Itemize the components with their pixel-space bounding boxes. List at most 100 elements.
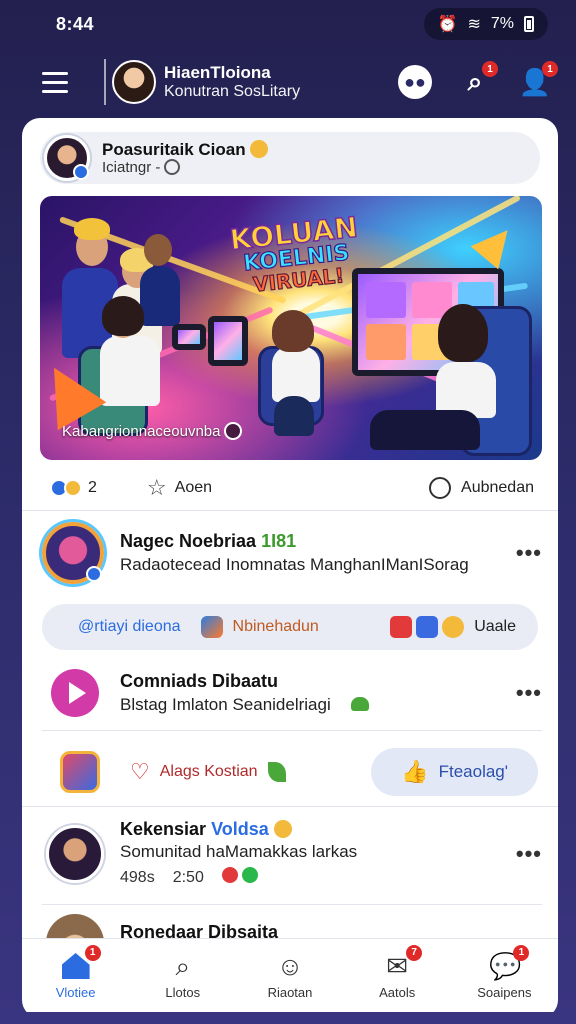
favorite-button[interactable]: ☆ Aoen	[147, 477, 212, 499]
search-icon: ⌕	[175, 951, 191, 981]
follow-button[interactable]: 👍 Fteaolag'	[371, 748, 538, 796]
nav-search[interactable]: ⌕ Llotos	[138, 951, 228, 1000]
composer-text: Poasuritaik Cioan Iciatngr -	[102, 139, 268, 177]
header-titles: HiaenTloiona Konutran SosLitary	[164, 63, 300, 101]
search-button[interactable]: ⌕ 1	[458, 61, 498, 99]
profile-button[interactable]: 👤 1	[518, 61, 558, 99]
play-icon[interactable]	[224, 422, 243, 440]
divider	[42, 904, 542, 905]
list-item[interactable]: Nagec Noebriaa 1I81 Radaotecead Inomnata…	[42, 522, 542, 584]
nav-label: Riaotan	[267, 985, 313, 1000]
quick-link-c[interactable]: Uaale	[390, 616, 516, 638]
share-button[interactable]: Aubnedan	[429, 477, 534, 499]
quick-links-row: @rtiayi dieona Nbinehadun Uaale	[42, 604, 538, 650]
battery-percent: 7%	[490, 15, 514, 32]
divider	[22, 806, 558, 807]
post-meta-b: 2:50	[172, 869, 204, 887]
action-row: ♡ Alags Kostian 👍 Fteaolag'	[42, 736, 538, 808]
profile-avatar[interactable]	[112, 60, 156, 104]
globe-icon	[164, 159, 181, 176]
status-bar: 8:44 ⏰ ≋ 7%	[0, 0, 576, 48]
post-title-accent: Voldsa	[211, 819, 269, 839]
nav-label: Llotos	[165, 985, 201, 1000]
smile-icon: ☺	[276, 951, 304, 981]
heart-icon: ♡	[130, 759, 150, 784]
profile-badge: 1	[542, 61, 558, 77]
battery-icon	[524, 16, 534, 32]
nav-label: Aatols	[379, 985, 416, 1000]
notification-badge: 1	[482, 61, 498, 77]
post-meta-a: 498s	[120, 869, 155, 887]
header-subtitle: Konutran SosLitary	[164, 82, 301, 100]
game-icon	[390, 616, 413, 638]
status-icons: ⏰ ≋ 7%	[423, 8, 548, 40]
post-title: Nagec Noebriaa	[120, 531, 257, 552]
post-subtitle: Somunitad haMamakkas larkas	[120, 842, 358, 862]
nav-label: Vlotiee	[55, 985, 96, 1000]
game-icon	[416, 616, 439, 638]
nav-profile[interactable]: 💬 1 Soaipens	[459, 945, 549, 1000]
hero-image[interactable]: KOLUAN KOELNIS VIRUAL! Kabangrionnaceouv…	[40, 196, 542, 460]
cube-icon	[200, 616, 223, 638]
post-avatar	[46, 825, 104, 884]
post-title-accent: 1I81	[261, 531, 297, 552]
header-actions: ●● ⌕ 1 👤 1	[398, 61, 558, 99]
composer-title: Poasuritaik Cioan	[102, 139, 246, 159]
more-options-icon[interactable]: •••	[516, 841, 542, 867]
share-icon	[429, 477, 452, 499]
nav-alerts[interactable]: ✉ 7 Aatols	[352, 945, 442, 1000]
share-label: Aubnedan	[461, 479, 534, 496]
post-title: Comniads Dibaatu	[120, 671, 279, 692]
search-icon: ⌕	[467, 66, 483, 96]
leaf-icon	[267, 762, 286, 782]
header-divider	[104, 59, 106, 105]
quick-link-a[interactable]: @rtiayi dieona	[78, 618, 181, 636]
verified-icon	[73, 164, 89, 180]
hero-caption: Kabangrionnaceouvnba	[62, 422, 243, 440]
play-avatar	[46, 664, 104, 722]
reaction-count: 2	[88, 479, 97, 496]
more-options-icon[interactable]: •••	[516, 540, 542, 566]
reaction-icons[interactable]	[50, 479, 82, 497]
favorite-label: Aoen	[174, 479, 213, 496]
list-item[interactable]: Comniads Dibaatu Blstag Imlaton Seanidel…	[42, 664, 542, 722]
thumbs-up-icon: 👍	[401, 759, 429, 784]
reaction-icon	[242, 867, 259, 884]
emoji-icon	[273, 820, 292, 838]
nav-badge: 1	[513, 945, 530, 961]
header-name: HiaenTloiona	[164, 63, 271, 83]
status-time: 8:44	[56, 13, 95, 34]
composer-subtitle: Iciatngr -	[102, 159, 161, 177]
menu-button[interactable]	[42, 64, 78, 100]
more-options-icon[interactable]: •••	[516, 680, 542, 706]
like-button[interactable]: ♡ Alags Kostian	[130, 761, 286, 783]
plant-icon	[351, 696, 370, 711]
quick-link-b-label: Nbinehadun	[232, 618, 319, 635]
nav-badge: 1	[84, 945, 101, 961]
verified-icon	[86, 566, 102, 582]
emoji-icon	[249, 139, 268, 158]
gift-icon[interactable]	[60, 751, 100, 793]
alarm-icon: ⏰	[437, 16, 458, 33]
divider	[22, 510, 558, 511]
quick-link-b[interactable]: Nbinehadun	[200, 616, 319, 638]
divider	[42, 730, 542, 731]
wifi-icon: ≋	[467, 16, 481, 33]
chat-icon: ●●	[404, 71, 426, 92]
hero-caption-text: Kabangrionnaceouvnba	[62, 423, 221, 440]
nav-label: Soaipens	[477, 985, 532, 1000]
nav-reactions[interactable]: ☺ Riaotan	[245, 951, 335, 1000]
inbox-icon: ✉	[386, 951, 409, 981]
reaction-bar: 2 ☆ Aoen Aubnedan	[50, 472, 534, 504]
list-item[interactable]: Kekensiar Voldsa Somunitad haMamakkas la…	[42, 818, 542, 890]
like-label: Alags Kostian	[159, 763, 258, 780]
nav-home[interactable]: 1 Vlotiee	[31, 945, 121, 1000]
feed-card: Poasuritaik Cioan Iciatngr - KOLUAN KOEL…	[22, 118, 558, 1018]
app-header: HiaenTloiona Konutran SosLitary ●● ⌕ 1 👤…	[0, 52, 576, 112]
nav-badge: 7	[406, 945, 423, 961]
post-composer[interactable]: Poasuritaik Cioan Iciatngr -	[40, 132, 540, 184]
gesture-bar	[0, 1012, 576, 1024]
face-icon	[442, 616, 465, 638]
play-icon	[51, 669, 99, 717]
chat-button[interactable]: ●●	[398, 65, 432, 99]
